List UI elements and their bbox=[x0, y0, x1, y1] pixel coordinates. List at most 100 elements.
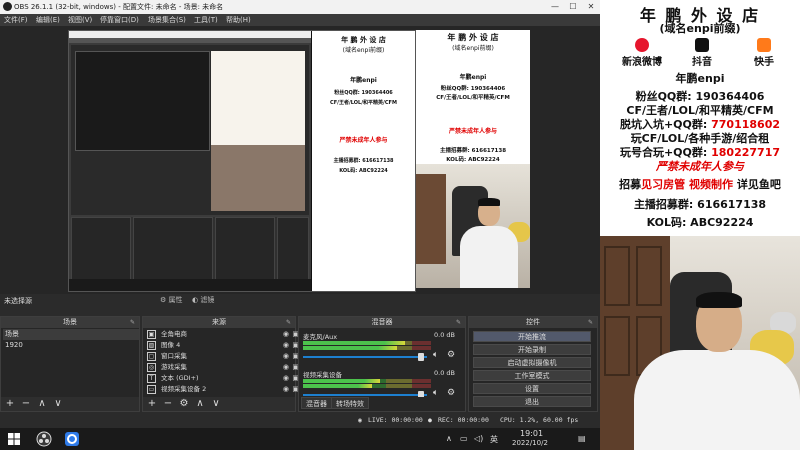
undock-icon[interactable]: ✎ bbox=[588, 317, 593, 328]
sources-footer: + − ⚙ ∧ ∨ bbox=[143, 397, 295, 411]
menu-file[interactable]: 文件(F) bbox=[4, 15, 28, 25]
nested-menu-bar bbox=[69, 38, 311, 43]
streamer-body bbox=[634, 350, 800, 450]
move-down-icon[interactable]: ∨ bbox=[209, 397, 223, 411]
obs-window: OBS 26.1.1 (32-bit, windows) - 配置文件: 未命名… bbox=[0, 0, 600, 428]
virtual-camera-button[interactable]: 启动虚拟摄像机 bbox=[473, 357, 591, 368]
visibility-eye-icon[interactable]: ◉ bbox=[283, 373, 289, 384]
volume-meter bbox=[303, 384, 431, 388]
notification-icon[interactable]: ▤ bbox=[578, 434, 586, 443]
visibility-eye-icon[interactable]: ◉ bbox=[283, 362, 289, 373]
windows-start-icon[interactable] bbox=[6, 431, 22, 447]
start-streaming-button[interactable]: 开始推流 bbox=[473, 331, 591, 342]
visibility-eye-icon[interactable]: ◉ bbox=[283, 329, 289, 340]
source-label: 文本 (GDI+) bbox=[161, 374, 199, 382]
nested-taskbar bbox=[69, 279, 311, 291]
source-item[interactable]: ◎ 游戏采集 ◉ ▣ bbox=[145, 362, 301, 373]
source-label: 游戏采集 bbox=[161, 363, 187, 371]
brand-name: 年鹏enpi bbox=[675, 72, 725, 85]
title-bar: OBS 26.1.1 (32-bit, windows) - 配置文件: 未命名… bbox=[0, 0, 600, 14]
scene-item[interactable]: 场景 bbox=[3, 329, 139, 340]
tab-mixer[interactable]: 混音器 bbox=[301, 397, 332, 409]
channel-db: 0.0 dB bbox=[434, 331, 455, 339]
preview-store-title: 年 鹏 外 设 店 bbox=[447, 33, 499, 42]
ime-indicator[interactable]: 英 bbox=[490, 434, 498, 445]
volume-slider[interactable] bbox=[303, 356, 427, 358]
cabinet-door bbox=[636, 246, 662, 306]
preview-kol: KOL码: ABC92224 bbox=[446, 157, 500, 163]
gear-icon[interactable]: ⚙ bbox=[447, 350, 455, 360]
filters-button[interactable]: ◐ 滤镜 bbox=[192, 295, 214, 305]
move-down-icon[interactable]: ∨ bbox=[51, 397, 65, 411]
nested-brand: 年鹏enpi bbox=[350, 77, 377, 84]
move-up-icon[interactable]: ∧ bbox=[193, 397, 207, 411]
menu-scene-collection[interactable]: 场景集合(S) bbox=[148, 15, 186, 25]
camera-icon: ▭ bbox=[147, 385, 156, 394]
nested-mixer-dock bbox=[215, 217, 275, 287]
source-toolbar: 未选择源 ⚙ 属性 ◐ 滤镜 bbox=[0, 294, 600, 306]
nested-store-title: 年 鹏 外 设 店 bbox=[341, 36, 386, 44]
store-subtitle: (域名enpi前缀) bbox=[659, 22, 741, 35]
text-icon: T bbox=[147, 374, 156, 383]
undock-icon[interactable]: ✎ bbox=[286, 317, 291, 328]
meter-level bbox=[303, 379, 380, 383]
menu-help[interactable]: 帮助(H) bbox=[226, 15, 251, 25]
meter-level bbox=[303, 341, 405, 345]
scene-item[interactable]: 1920 bbox=[3, 340, 139, 351]
app-taskbar-icon[interactable] bbox=[64, 431, 80, 447]
settings-button[interactable]: 设置 bbox=[473, 383, 591, 394]
add-source-icon[interactable]: + bbox=[145, 397, 159, 411]
menu-docks[interactable]: 停靠窗口(D) bbox=[100, 15, 139, 25]
network-icon[interactable]: ▭ bbox=[460, 434, 468, 443]
clock-date[interactable]: 2022/10/2 bbox=[512, 439, 548, 447]
source-item[interactable]: ▨ 图像 4 ◉ ▣ bbox=[145, 340, 301, 351]
nested-warning: 严禁未成年人参与 bbox=[339, 137, 388, 144]
tab-transitions[interactable]: 转场特效 bbox=[331, 397, 369, 409]
tray-chevron-icon[interactable]: ∧ bbox=[446, 434, 452, 443]
add-scene-icon[interactable]: + bbox=[3, 397, 17, 411]
volume-icon[interactable]: ◁) bbox=[474, 434, 483, 443]
obs-taskbar-icon[interactable] bbox=[36, 431, 52, 447]
volume-slider[interactable] bbox=[303, 394, 427, 396]
source-settings-icon[interactable]: ⚙ bbox=[177, 397, 191, 411]
start-recording-button[interactable]: 开始录制 bbox=[473, 344, 591, 355]
menu-edit[interactable]: 编辑(E) bbox=[36, 15, 60, 25]
move-up-icon[interactable]: ∧ bbox=[35, 397, 49, 411]
anchor-recruit: 主播招募群: 616617138 bbox=[633, 198, 767, 211]
cabinet-door bbox=[604, 246, 630, 306]
source-item[interactable]: ▭ 视频采集设备 2 ◉ ▣ bbox=[145, 384, 301, 395]
volume-meter bbox=[303, 379, 431, 383]
speaker-icon[interactable]: 🔈︎ bbox=[433, 350, 438, 360]
maximize-icon[interactable]: ☐ bbox=[566, 1, 580, 13]
undock-icon[interactable]: ✎ bbox=[456, 317, 461, 328]
visibility-eye-icon[interactable]: ◉ bbox=[283, 340, 289, 351]
remove-scene-icon[interactable]: − bbox=[19, 397, 33, 411]
menu-view[interactable]: 视图(V) bbox=[68, 15, 92, 25]
volume-slider-handle[interactable] bbox=[418, 353, 424, 361]
preview-store-subtitle: (域名enpi前缀) bbox=[452, 45, 494, 52]
cabinet bbox=[416, 174, 446, 264]
source-item[interactable]: ▣ 全角电商 ◉ ▣ bbox=[145, 329, 301, 340]
clock-time[interactable]: 19:01 bbox=[520, 429, 543, 438]
image-icon: ▨ bbox=[147, 341, 156, 350]
source-item[interactable]: T 文本 (GDI+) ◉ ▣ bbox=[145, 373, 301, 384]
preview-brand: 年鹏enpi bbox=[459, 74, 487, 81]
window-title: OBS 26.1.1 (32-bit, windows) - 配置文件: 未命名… bbox=[14, 3, 224, 11]
minimize-icon[interactable]: — bbox=[548, 1, 562, 13]
properties-button[interactable]: ⚙ 属性 bbox=[160, 295, 183, 305]
close-icon[interactable]: ✕ bbox=[584, 1, 598, 13]
volume-meter bbox=[303, 346, 431, 350]
menu-tools[interactable]: 工具(T) bbox=[194, 15, 218, 25]
visibility-eye-icon[interactable]: ◉ bbox=[283, 351, 289, 362]
poster-preview: 年 鹏 外 设 店 (域名enpi前缀) 年鹏enpi 粉丝QQ群: 19036… bbox=[416, 30, 530, 164]
preview-warning: 严禁未成年人参与 bbox=[448, 128, 497, 135]
nested-poster-large: 年 鹏 外 设 店 (域名enpi前缀) 年鹏enpi 粉丝QQ群: 19036… bbox=[312, 31, 415, 291]
exit-button[interactable]: 退出 bbox=[473, 396, 591, 407]
undock-icon[interactable]: ✎ bbox=[130, 317, 135, 328]
studio-mode-button[interactable]: 工作室模式 bbox=[473, 370, 591, 381]
controls-dock: 控件 ✎ 开始推流 开始录制 启动虚拟摄像机 工作室模式 设置 退出 bbox=[468, 316, 598, 412]
remove-source-icon[interactable]: − bbox=[161, 397, 175, 411]
douyin-icon bbox=[695, 38, 709, 52]
visibility-eye-icon[interactable]: ◉ bbox=[283, 384, 289, 395]
source-item[interactable]: ▢ 窗口采集 ◉ ▣ bbox=[145, 351, 301, 362]
